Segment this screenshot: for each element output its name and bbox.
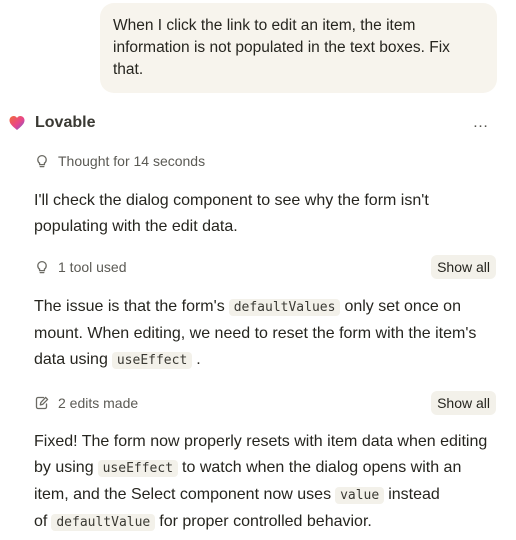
assistant-message-1: I'll check the dialog component to see w… [34, 188, 494, 240]
code-default-values: defaultValues [228, 299, 341, 316]
tools-row[interactable]: 1 tool used Show all [34, 255, 496, 279]
thought-row[interactable]: Thought for 14 seconds [34, 149, 496, 173]
lovable-logo-icon [9, 115, 25, 131]
assistant-message-3: Fixed! The form now properly resets with… [34, 429, 494, 536]
user-message-text: When I click the link to edit an item, t… [113, 17, 450, 78]
lightbulb-icon [34, 259, 50, 275]
more-options-button[interactable]: … [469, 112, 493, 134]
tools-label: 1 tool used [58, 259, 127, 275]
tools-show-all-button[interactable]: Show all [431, 255, 496, 279]
code-use-effect: useEffect [111, 352, 193, 369]
code-use-effect-2: useEffect [97, 460, 179, 477]
thought-label: Thought for 14 seconds [58, 153, 206, 169]
message-1-text: I'll check the dialog component to see w… [34, 192, 429, 235]
assistant-name: Lovable [35, 114, 96, 131]
code-value: value [335, 487, 385, 504]
edits-row[interactable]: 2 edits made Show all [34, 391, 496, 415]
edit-file-icon [34, 395, 50, 411]
assistant-header: Lovable … [9, 110, 499, 136]
message-2-text-3: . [196, 351, 201, 368]
message-2-text-1: The issue is that the form's [34, 298, 225, 315]
message-3-text-4: for proper controlled behavior. [159, 513, 372, 530]
code-default-value: defaultValue [51, 514, 156, 531]
assistant-message-2: The issue is that the form's defaultValue… [34, 294, 494, 374]
lightbulb-icon [34, 153, 50, 169]
user-message-bubble: When I click the link to edit an item, t… [100, 3, 497, 93]
edits-show-all-button[interactable]: Show all [431, 391, 496, 415]
edits-label: 2 edits made [58, 395, 139, 411]
